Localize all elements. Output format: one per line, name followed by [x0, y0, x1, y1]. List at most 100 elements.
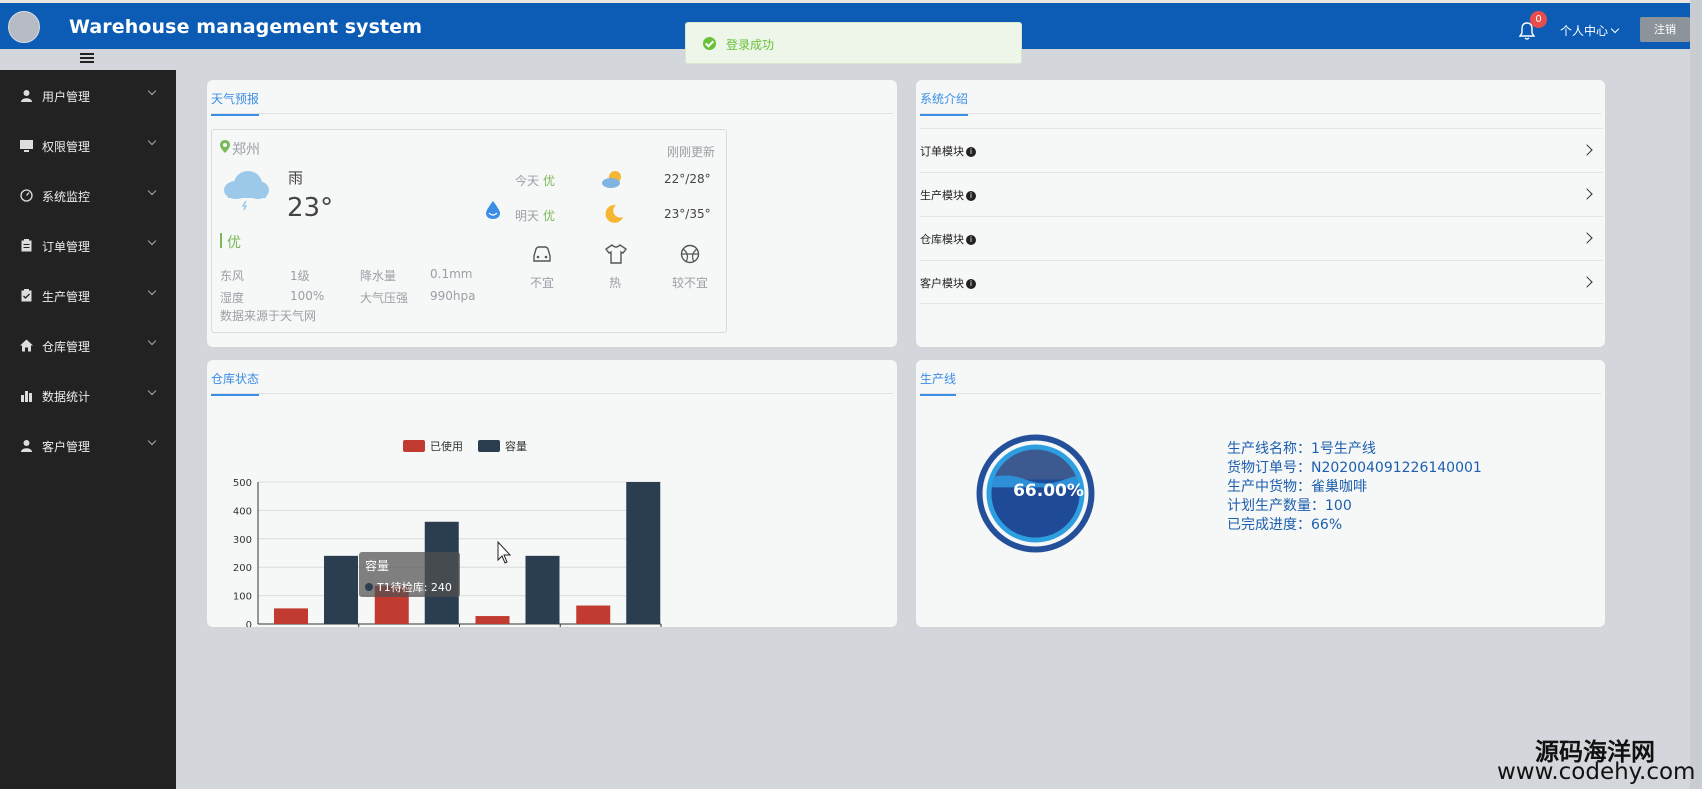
sidebar-item-label: 客户管理: [42, 440, 91, 454]
y-tick-label: 0: [246, 620, 252, 627]
sidebar-item-permissions[interactable]: 权限管理: [0, 120, 176, 170]
tooltip-marker: [365, 583, 373, 591]
module-label: 生产模块: [920, 189, 964, 202]
tooltip-value: T1待检库: 240: [376, 580, 452, 594]
wind-level: 1级: [290, 269, 310, 283]
home-icon: [20, 339, 33, 352]
logout-button[interactable]: 注销: [1640, 17, 1690, 42]
toast-message: 登录成功: [726, 38, 775, 52]
planned-quantity: 计划生产数量：100: [1227, 498, 1352, 514]
pressure-label: 大气压强: [360, 291, 409, 305]
humidity-value: 100%: [290, 289, 325, 303]
aqi-marker: [220, 233, 222, 248]
sidebar-item-orders[interactable]: 订单管理: [0, 220, 176, 270]
production-line-card: 生产线 66.00% 生产线名称：1号生产线 货物订单号：N2020040912…: [916, 360, 1605, 627]
module-row-customers[interactable]: 客户模块 i: [920, 260, 1603, 304]
sidebar-item-label: 数据统计: [42, 390, 91, 404]
moon-icon: [605, 204, 623, 223]
city-name: 郑州: [232, 142, 260, 158]
tooltip-title: 容量: [365, 558, 389, 573]
avatar[interactable]: [8, 11, 40, 43]
user-center-label: 个人中心: [1560, 24, 1609, 38]
chevron-right-icon: [1581, 232, 1593, 244]
weather-condition: 雨: [288, 169, 304, 187]
car-icon: [533, 246, 551, 262]
bar-chart-icon: [21, 391, 32, 402]
legend-swatch: [478, 440, 500, 452]
bar-capacity: [324, 555, 358, 624]
gauge-icon: [20, 189, 33, 202]
warehouse-bar-chart[interactable]: 已使用容量0100200300400500T1待检库W1普通仓库W2普通仓库G1…: [207, 394, 897, 627]
mouse-cursor-icon: [497, 540, 512, 564]
legend-swatch: [403, 440, 425, 452]
tomorrow-aqi: 优: [543, 209, 556, 223]
chevron-down-icon: [147, 136, 157, 146]
tomorrow-temperature: 23°/35°: [664, 207, 711, 221]
info-icon: i: [966, 147, 976, 157]
pressure-value: 990hpa: [430, 289, 476, 303]
today-aqi: 优: [543, 174, 556, 188]
chevron-down-icon: [147, 336, 157, 346]
y-tick-label: 100: [233, 592, 252, 603]
right-strip: [1690, 0, 1702, 789]
customer-icon: [21, 440, 32, 452]
update-status: 刚刚更新: [667, 145, 716, 159]
basketball-icon: [680, 244, 700, 264]
sidebar-item-label: 权限管理: [42, 140, 91, 154]
user-center-dropdown[interactable]: 个人中心: [1560, 22, 1620, 39]
chevron-down-icon: [147, 186, 157, 196]
app-title: Warehouse management system: [69, 16, 423, 38]
module-row-orders[interactable]: 订单模块 i: [920, 128, 1603, 172]
rain-value: 0.1mm: [430, 267, 473, 281]
line-name: 生产线名称：1号生产线: [1227, 441, 1376, 457]
tip-clothing: 热: [609, 276, 622, 290]
bar-capacity: [626, 482, 661, 624]
sidebar-item-production[interactable]: 生产管理: [0, 270, 176, 320]
progress-label: 66.00%: [1013, 481, 1084, 501]
chevron-right-icon: [1581, 276, 1593, 288]
rain-cloud-icon: [224, 171, 269, 210]
sidebar-item-label: 系统监控: [42, 190, 91, 204]
wind-direction: 东风: [220, 269, 245, 283]
tomorrow-label: 明天: [515, 209, 540, 223]
module-row-warehouse[interactable]: 仓库模块 i: [920, 216, 1603, 260]
today-temperature: 22°/28°: [664, 172, 711, 186]
bar-used: [274, 608, 308, 624]
module-row-production[interactable]: 生产模块 i: [920, 172, 1603, 216]
sidebar-item-monitor[interactable]: 系统监控: [0, 170, 176, 220]
y-tick-label: 300: [233, 535, 252, 546]
tip-sport: 较不宜: [672, 276, 709, 290]
info-icon: i: [966, 279, 976, 289]
weather-card: 天气预报 郑州 刚刚更新 雨 23° 优 东风 1级 降水量 0.1mm 湿度 …: [207, 80, 897, 347]
chevron-down-icon: [147, 386, 157, 396]
sidebar-item-customers[interactable]: 客户管理: [0, 420, 176, 470]
tip-car: 不宜: [530, 276, 555, 290]
y-tick-label: 400: [233, 506, 252, 517]
tab-divider: [920, 113, 1601, 114]
sidebar-item-warehouse[interactable]: 仓库管理: [0, 320, 176, 370]
module-label: 仓库模块: [920, 233, 964, 246]
data-source: 数据来源于天气网: [220, 309, 317, 323]
watermark-url: www.codehy.com: [1497, 759, 1696, 785]
module-label: 订单模块: [920, 145, 964, 158]
bar-capacity: [525, 555, 560, 624]
humidity-label: 湿度: [220, 291, 245, 305]
sidebar-item-label: 生产管理: [42, 290, 91, 304]
rain-label: 降水量: [360, 269, 397, 283]
sidebar-item-statistics[interactable]: 数据统计: [0, 370, 176, 420]
water-drop-icon: [486, 201, 500, 219]
goods-in-production: 生产中货物：雀巢咖啡: [1227, 479, 1367, 495]
check-circle-icon: [703, 37, 716, 50]
bar-used: [475, 616, 510, 624]
clipboard-icon: [21, 239, 32, 252]
chevron-down-icon: [147, 236, 157, 246]
tab-divider: [920, 393, 1601, 394]
chevron-right-icon: [1581, 144, 1593, 156]
user-icon: [21, 90, 32, 102]
chevron-down-icon: [147, 86, 157, 96]
today-label: 今天: [515, 174, 540, 188]
sidebar-item-label: 订单管理: [42, 240, 91, 254]
monitor-icon: [20, 140, 33, 152]
sidebar-item-users[interactable]: 用户管理: [0, 70, 176, 120]
menu-toggle-icon[interactable]: [80, 53, 94, 65]
